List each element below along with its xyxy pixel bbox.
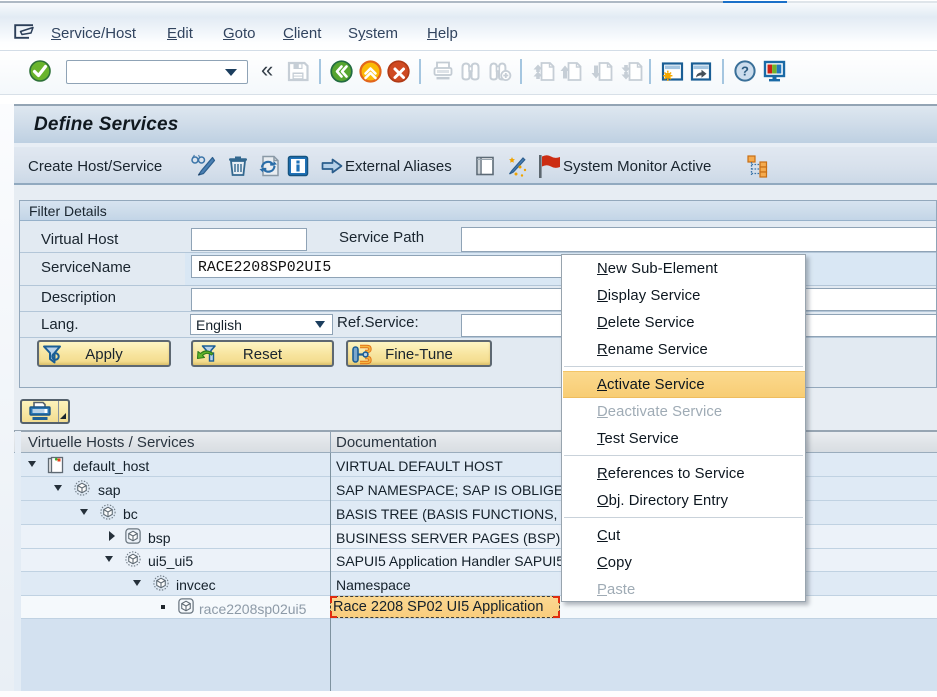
svg-text:?: ? [741, 64, 749, 79]
